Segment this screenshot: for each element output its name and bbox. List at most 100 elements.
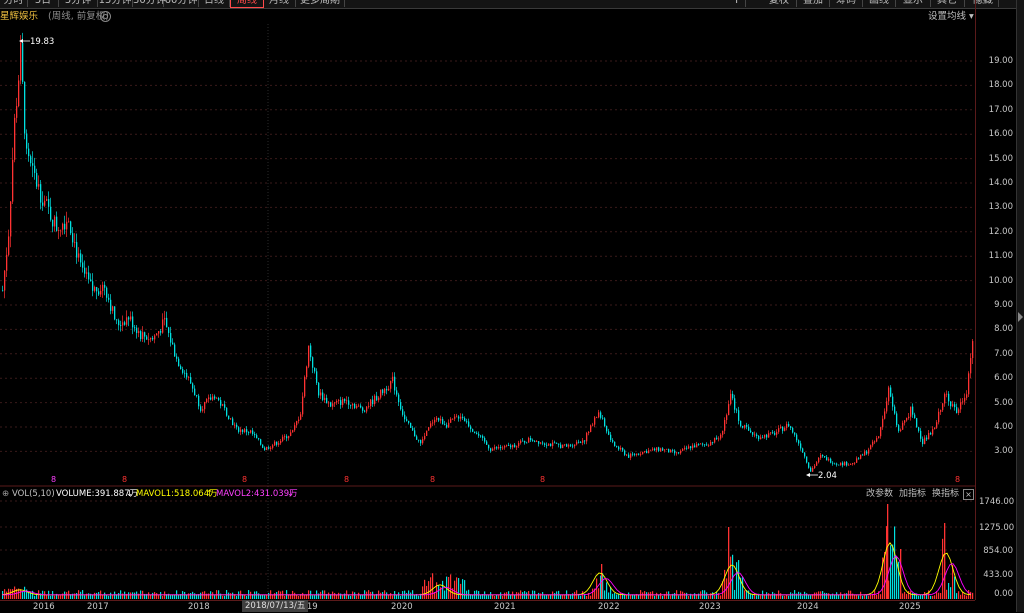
close-icon[interactable]: × <box>963 489 974 500</box>
volume-bar <box>814 592 816 599</box>
candle-body <box>212 396 214 400</box>
candle-body <box>730 393 732 405</box>
volume-bar <box>846 593 848 599</box>
volume-tick-label: 1746.00 <box>979 497 1015 507</box>
candle-body <box>960 402 962 410</box>
candle-body <box>752 432 754 435</box>
volume-bar <box>118 593 120 599</box>
volume-bar <box>650 591 652 599</box>
volume-bar <box>780 593 782 599</box>
candle-body <box>372 399 374 405</box>
candle-body <box>186 372 188 378</box>
candle-body <box>320 392 322 396</box>
candle-body <box>866 451 868 454</box>
volume-bar <box>486 595 488 599</box>
volume-bar <box>356 595 358 599</box>
candle-body <box>196 395 198 397</box>
volume-bar <box>666 591 668 599</box>
volume-bar <box>456 577 458 599</box>
candle-body <box>410 422 412 428</box>
candle-body <box>202 409 204 411</box>
candle-body <box>614 441 616 446</box>
candle-body <box>214 396 216 399</box>
candle-body <box>194 388 196 396</box>
candle-body <box>314 367 316 372</box>
volume-bar <box>892 544 894 599</box>
volume-bar <box>784 595 786 599</box>
candle-body <box>810 467 812 472</box>
candle-body <box>276 441 278 445</box>
side-panel-toggle[interactable] <box>1016 0 1024 612</box>
volume-bar <box>536 594 538 599</box>
candle-body <box>946 393 948 395</box>
volume-bar <box>358 592 360 599</box>
candle-body <box>184 372 186 374</box>
volume-tick-label: 1275.00 <box>979 523 1015 533</box>
candle-body <box>414 430 416 437</box>
candle-body <box>488 444 490 449</box>
candle-body <box>814 465 816 468</box>
price-tick-label: 10.00 <box>988 275 1013 286</box>
arrow-down-icon: ↓ <box>126 489 134 499</box>
volume-bar <box>212 592 214 599</box>
candle-body <box>860 454 862 459</box>
kline-chart[interactable]: 8 8 8 8 8 8 8 19.83 2.04 <box>0 0 1024 612</box>
candle-body <box>902 422 904 430</box>
volume-bar <box>946 589 948 599</box>
candle-body <box>38 184 40 187</box>
candle-body <box>432 422 434 424</box>
candle-body <box>132 316 134 328</box>
volume-bar <box>642 592 644 599</box>
candle-body <box>836 463 838 465</box>
price-tick-label: 11.00 <box>988 251 1013 262</box>
volume-bar <box>634 594 636 599</box>
candle-body <box>718 438 720 440</box>
volume-bar <box>130 592 132 599</box>
candle-body <box>682 449 684 451</box>
volume-bar <box>828 593 830 599</box>
volume-bar <box>810 595 812 599</box>
volume-bar <box>76 593 78 599</box>
candle-body <box>260 439 262 445</box>
candle-body <box>914 414 916 419</box>
candle-body <box>310 345 312 358</box>
candle-body <box>324 397 326 400</box>
candle-body <box>646 451 648 454</box>
edit-params-button[interactable]: 改参数 <box>866 488 893 500</box>
volume-bar <box>682 591 684 599</box>
volume-bar <box>66 592 68 599</box>
time-tick-label: 2018 <box>188 602 210 612</box>
candle-body <box>472 429 474 432</box>
candle-body <box>840 462 842 466</box>
candle-body <box>240 429 242 432</box>
candle-body <box>210 397 212 400</box>
price-tick-label: 16.00 <box>988 129 1013 140</box>
volume-bar <box>908 591 910 599</box>
volume-bar <box>20 589 22 599</box>
candle-body <box>128 317 130 320</box>
volume-bar <box>334 592 336 599</box>
volume-bar <box>546 595 548 599</box>
volume-bar <box>826 593 828 599</box>
volume-bar <box>966 595 968 599</box>
candle-body <box>668 448 670 453</box>
candle-body <box>118 320 120 326</box>
volume-bar <box>462 579 464 599</box>
volume-bar <box>108 595 110 599</box>
price-tick-label: 8.00 <box>994 324 1013 335</box>
event-marker: 8 <box>51 475 56 484</box>
candle-body <box>642 451 644 455</box>
candle-body <box>52 219 54 227</box>
volume-bar <box>314 595 316 599</box>
switch-indicator-button[interactable]: 换指标 <box>932 488 959 500</box>
volume-bar <box>400 595 402 599</box>
candle-body <box>896 413 898 426</box>
add-indicator-button[interactable]: 加指标 <box>899 488 926 500</box>
candle-body <box>658 447 660 451</box>
volume-bar <box>496 594 498 599</box>
volume-bar <box>768 593 770 599</box>
volume-bar <box>686 592 688 599</box>
candle-body <box>552 442 554 447</box>
candle-body <box>18 80 20 107</box>
candle-body <box>28 148 30 157</box>
